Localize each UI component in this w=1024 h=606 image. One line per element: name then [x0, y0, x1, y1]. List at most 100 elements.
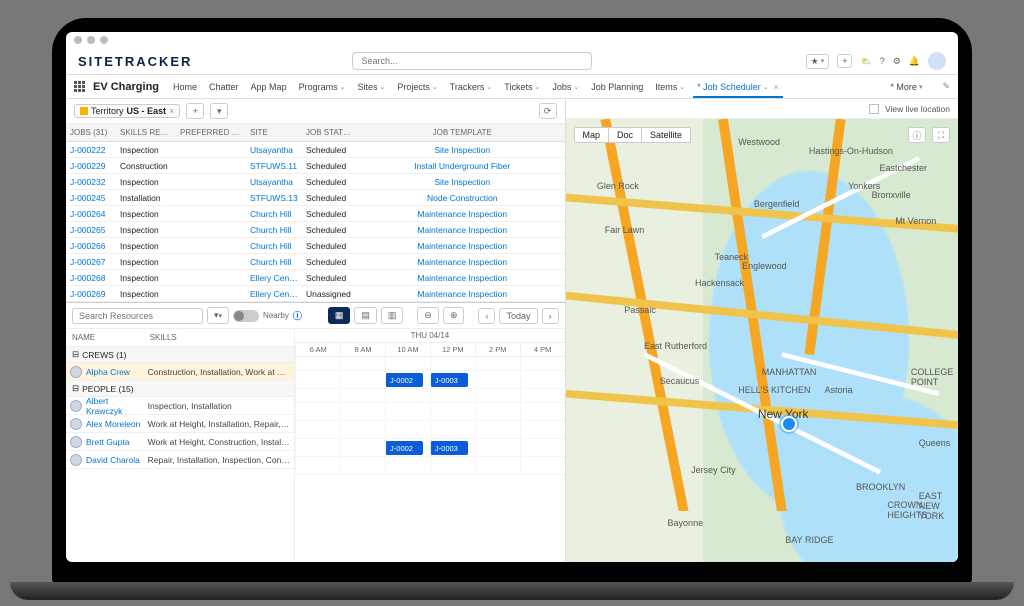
nav-items[interactable]: Items⌄ — [655, 82, 685, 92]
resource-name[interactable]: David Charola — [86, 455, 140, 465]
gear-icon[interactable]: ⚙ — [893, 56, 901, 67]
calendar-month-button[interactable]: ▥ — [381, 307, 404, 324]
nav-trackers[interactable]: Trackers⌄ — [450, 82, 493, 92]
edit-icon[interactable]: ✎ — [942, 81, 950, 92]
app-launcher-icon[interactable] — [74, 81, 85, 92]
resource-name[interactable]: Alpha Crew — [86, 367, 130, 377]
global-search[interactable] — [352, 52, 592, 70]
cloud-icon[interactable]: ⛅ — [860, 56, 871, 67]
schedule-row[interactable]: J-0002 J-0003 — [295, 371, 564, 389]
map-canvas[interactable]: Map Doc Satellite ⓘ ⛶ YonkersBergenfield… — [566, 119, 958, 562]
job-site-link[interactable]: Utsayantha — [246, 175, 302, 189]
job-id-link[interactable]: J-000229 — [66, 159, 116, 173]
next-day-button[interactable]: › — [542, 308, 559, 324]
job-id-link[interactable]: J-000222 — [66, 143, 116, 157]
resource-search-input[interactable] — [72, 308, 203, 324]
close-tab-icon[interactable]: × — [774, 82, 779, 92]
prev-day-button[interactable]: ‹ — [478, 308, 495, 324]
map-mode-doc[interactable]: Doc — [609, 127, 642, 143]
schedule-row[interactable]: J-0002 J-0003 — [295, 439, 564, 457]
nav-job-planning[interactable]: Job Planning — [591, 82, 643, 92]
zoom-out-button[interactable]: ⊖ — [417, 307, 439, 324]
job-id-link[interactable]: J-000267 — [66, 255, 116, 269]
job-template-link[interactable]: Node Construction — [360, 191, 565, 205]
schedule-row[interactable] — [295, 421, 564, 439]
chip-remove-icon[interactable]: × — [169, 106, 174, 116]
map-mode-map[interactable]: Map — [574, 127, 610, 143]
nav-projects[interactable]: Projects⌄ — [397, 82, 437, 92]
zoom-in-button[interactable]: ⊕ — [443, 307, 465, 324]
job-id-link[interactable]: J-000265 — [66, 223, 116, 237]
tab-job-scheduler[interactable]: * Job Scheduler⌄× — [697, 82, 779, 92]
filter-funnel-button[interactable]: ▾ — [210, 103, 228, 119]
resource-row[interactable]: David Charola Repair, Installation, Insp… — [66, 451, 294, 469]
map-info-icon[interactable]: ⓘ — [908, 127, 926, 143]
job-id-link[interactable]: J-000264 — [66, 207, 116, 221]
nav-chatter[interactable]: Chatter — [209, 82, 239, 92]
info-icon[interactable]: ⓘ — [293, 309, 302, 322]
favorites-button[interactable]: ★▾ — [806, 54, 830, 69]
resource-row[interactable]: Alpha Crew Construction, Installation, W… — [66, 363, 294, 381]
job-site-link[interactable]: STFUWS.13 — [246, 191, 302, 205]
job-template-link[interactable]: Maintenance Inspection — [360, 207, 565, 221]
job-id-link[interactable]: J-000266 — [66, 239, 116, 253]
job-template-link[interactable]: Maintenance Inspection — [360, 239, 565, 253]
job-badge[interactable]: J-0002 — [385, 441, 423, 455]
job-badge[interactable]: J-0003 — [430, 373, 468, 387]
job-row[interactable]: J-000268 Inspection Ellery Center Schedu… — [66, 270, 565, 286]
job-id-link[interactable]: J-000232 — [66, 175, 116, 189]
job-template-link[interactable]: Maintenance Inspection — [360, 271, 565, 285]
job-site-link[interactable]: Church Hill — [246, 207, 302, 221]
nav-more[interactable]: * More▾ — [890, 82, 922, 92]
map-mode-satellite[interactable]: Satellite — [642, 127, 691, 143]
bell-icon[interactable]: 🔔 — [909, 56, 920, 67]
help-icon[interactable]: ? — [880, 56, 885, 66]
today-button[interactable]: Today — [499, 308, 537, 324]
resource-name[interactable]: Alex Moreleon — [86, 419, 140, 429]
job-site-link[interactable]: Church Hill — [246, 239, 302, 253]
calendar-week-button[interactable]: ▤ — [354, 307, 377, 324]
job-template-link[interactable]: Maintenance Inspection — [360, 255, 565, 269]
nav-app-map[interactable]: App Map — [251, 82, 287, 92]
nav-jobs[interactable]: Jobs⌄ — [552, 82, 579, 92]
search-input[interactable] — [352, 52, 592, 70]
job-template-link[interactable]: Install Underground Fiber — [360, 159, 565, 173]
job-id-link[interactable]: J-000268 — [66, 271, 116, 285]
job-id-link[interactable]: J-000269 — [66, 287, 116, 301]
job-row[interactable]: J-000245 Installation STFUWS.13 Schedule… — [66, 190, 565, 206]
resource-row[interactable]: Albert Krawczyk Inspection, Installation — [66, 397, 294, 415]
job-row[interactable]: J-000266 Inspection Church Hill Schedule… — [66, 238, 565, 254]
resource-name[interactable]: Albert Krawczyk — [86, 396, 144, 416]
nav-programs[interactable]: Programs⌄ — [299, 82, 346, 92]
map-fullscreen-icon[interactable]: ⛶ — [932, 127, 950, 143]
resource-filter-button[interactable]: ▾▾ — [207, 307, 229, 324]
job-row[interactable]: J-000265 Inspection Church Hill Schedule… — [66, 222, 565, 238]
job-row[interactable]: J-000269 Inspection Ellery Center Unassi… — [66, 286, 565, 302]
nav-sites[interactable]: Sites⌄ — [357, 82, 385, 92]
view-live-checkbox[interactable] — [869, 104, 879, 114]
job-template-link[interactable]: Maintenance Inspection — [360, 287, 565, 301]
schedule-row[interactable] — [295, 403, 564, 421]
job-badge[interactable]: J-0002 — [385, 373, 423, 387]
resource-row[interactable]: Brett Gupta Work at Height, Construction… — [66, 433, 294, 451]
resource-row[interactable]: Alex Moreleon Work at Height, Installati… — [66, 415, 294, 433]
job-site-link[interactable]: Ellery Center — [246, 271, 302, 285]
refresh-button[interactable]: ⟳ — [539, 103, 557, 119]
resource-name[interactable]: Brett Gupta — [86, 437, 129, 447]
add-filter-button[interactable]: + — [186, 103, 204, 119]
filter-chip-territory[interactable]: Territory US - East × — [74, 104, 180, 118]
job-row[interactable]: J-000264 Inspection Church Hill Schedule… — [66, 206, 565, 222]
job-row[interactable]: J-000229 Construction STFUWS.11 Schedule… — [66, 158, 565, 174]
job-row[interactable]: J-000232 Inspection Utsayantha Scheduled… — [66, 174, 565, 190]
job-template-link[interactable]: Site Inspection — [360, 175, 565, 189]
nav-home[interactable]: Home — [173, 82, 197, 92]
calendar-day-button[interactable]: ▦ — [328, 307, 351, 324]
job-row[interactable]: J-000222 Inspection Utsayantha Scheduled… — [66, 142, 565, 158]
job-template-link[interactable]: Maintenance Inspection — [360, 223, 565, 237]
add-button[interactable]: + — [837, 54, 852, 68]
nearby-toggle[interactable] — [233, 310, 259, 322]
job-site-link[interactable]: Church Hill — [246, 223, 302, 237]
job-badge[interactable]: J-0003 — [430, 441, 468, 455]
job-site-link[interactable]: STFUWS.11 — [246, 159, 302, 173]
group-crews[interactable]: ⊟CREWS (1) — [66, 347, 294, 363]
